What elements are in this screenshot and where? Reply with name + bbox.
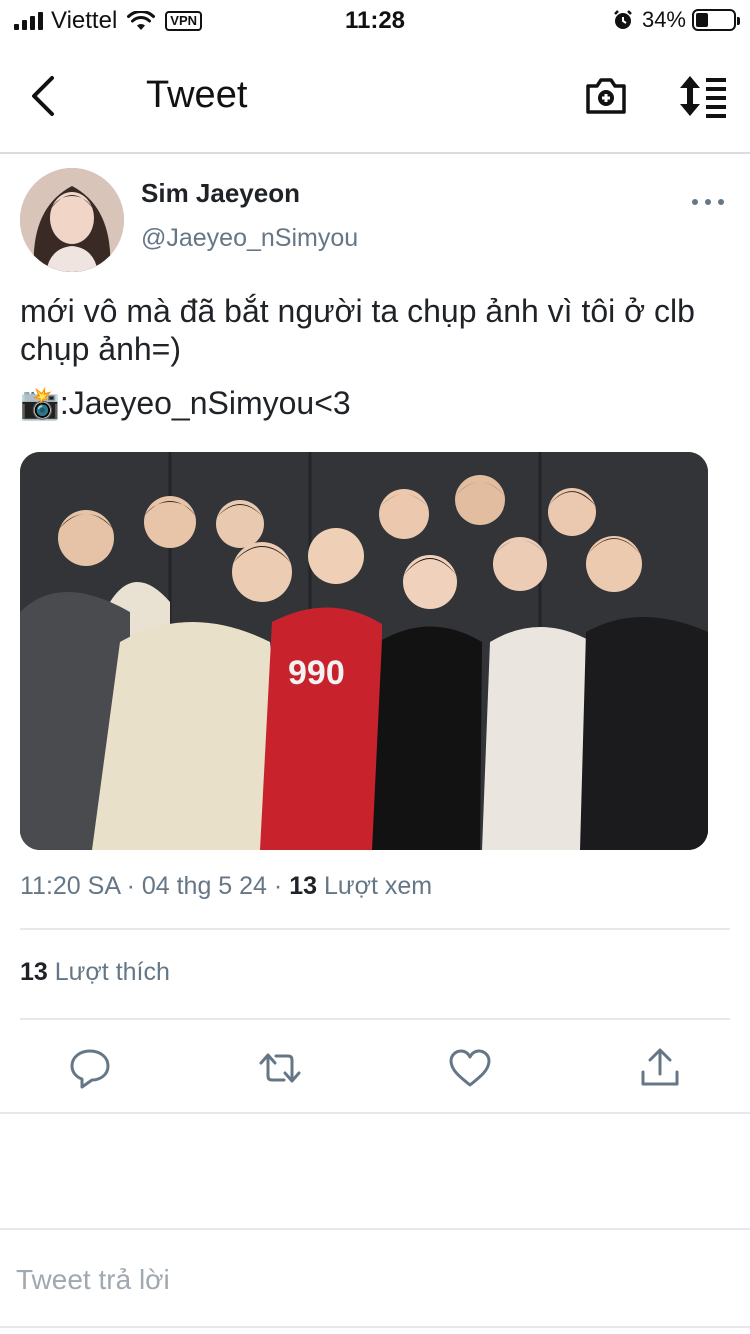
tweet-date: 04 thg 5 24 bbox=[141, 872, 267, 900]
likes-count: 13 bbox=[20, 958, 48, 986]
divider bbox=[0, 1326, 750, 1328]
nav-bar: Tweet bbox=[0, 40, 750, 154]
views-count: 13 bbox=[289, 872, 317, 900]
display-name[interactable]: Sim Jaeyeon bbox=[141, 178, 300, 209]
camera-flash-emoji: 📸 bbox=[20, 385, 60, 421]
tweet-time: 11:20 SA bbox=[20, 872, 120, 900]
tweet-text: mới vô mà đã bắt người ta chụp ảnh vì tô… bbox=[20, 293, 695, 367]
likes-stat[interactable]: 13 Lượt thích bbox=[20, 958, 170, 987]
divider bbox=[0, 1112, 750, 1114]
reply-icon[interactable] bbox=[68, 1046, 112, 1090]
tweet-meta: 11:20 SA · 04 thg 5 24 · 13 Lượt xem bbox=[20, 872, 433, 900]
like-heart-icon[interactable] bbox=[448, 1046, 492, 1090]
reply-input[interactable] bbox=[16, 1258, 716, 1302]
tweet-actions bbox=[0, 1040, 750, 1096]
more-options-icon[interactable] bbox=[692, 196, 724, 208]
photo-credit-text: :Jaeyeo_nSimyou<3 bbox=[59, 385, 351, 421]
divider bbox=[0, 1228, 750, 1230]
svg-text:990: 990 bbox=[288, 654, 345, 692]
share-icon[interactable] bbox=[638, 1046, 682, 1090]
alarm-icon bbox=[614, 10, 632, 29]
back-chevron-icon[interactable] bbox=[26, 74, 62, 118]
sort-icon[interactable] bbox=[676, 74, 728, 118]
user-handle[interactable]: @Jaeyeo_nSimyou bbox=[141, 224, 358, 253]
tweet-photo[interactable]: 990 bbox=[20, 452, 708, 850]
views-label: Lượt xem bbox=[323, 872, 433, 900]
retweet-icon[interactable] bbox=[258, 1046, 302, 1090]
status-bar: Viettel VPN 11:28 34% bbox=[0, 0, 750, 40]
photo-credit: 📸:Jaeyeo_nSimyou<3 bbox=[20, 384, 351, 422]
page-title: Tweet bbox=[146, 74, 248, 116]
battery-icon bbox=[692, 9, 740, 31]
avatar[interactable] bbox=[20, 168, 124, 272]
divider bbox=[20, 1018, 730, 1020]
divider bbox=[20, 928, 730, 930]
battery-percent: 34% bbox=[641, 7, 686, 32]
likes-label: Lượt thích bbox=[54, 958, 170, 986]
camera-add-icon[interactable] bbox=[584, 74, 628, 118]
